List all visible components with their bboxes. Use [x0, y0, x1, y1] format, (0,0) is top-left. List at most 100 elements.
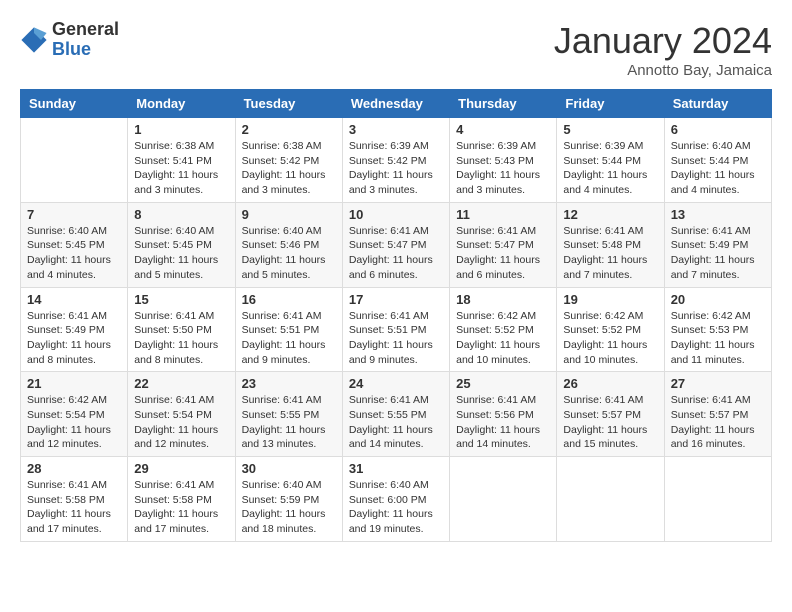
day-info: Sunrise: 6:41 AM Sunset: 5:55 PM Dayligh… — [349, 393, 443, 452]
month-title: January 2024 — [554, 20, 772, 62]
calendar-cell: 7Sunrise: 6:40 AM Sunset: 5:45 PM Daylig… — [21, 202, 128, 287]
day-info: Sunrise: 6:42 AM Sunset: 5:54 PM Dayligh… — [27, 393, 121, 452]
calendar-cell: 20 Sunrise: 6:42 AM Sunset: 5:53 PM Dayli… — [664, 287, 771, 372]
calendar-cell: 23 Sunrise: 6:41 AM Sunset: 5:55 PM Dayli… — [235, 372, 342, 457]
day-info: Sunrise: 6:40 AM Sunset: 5:45 PM Dayligh… — [134, 224, 228, 283]
calendar-header-row: SundayMondayTuesdayWednesdayThursdayFrid… — [21, 90, 772, 118]
day-info: Sunrise: 6:38 AM Sunset: 5:41 PM Dayligh… — [134, 139, 228, 198]
day-info: Sunrise: 6:40 AM Sunset: 5:44 PM Dayligh… — [671, 139, 765, 198]
day-number: 19 — [563, 292, 657, 307]
day-number: 16 — [242, 292, 336, 307]
day-info: Sunrise: 6:40 AM Sunset: 5:45 PM Dayligh… — [27, 224, 121, 283]
day-info: Sunrise: 6:39 AM Sunset: 5:42 PM Dayligh… — [349, 139, 443, 198]
calendar-week-row: 1 Sunrise: 6:38 AM Sunset: 5:41 PM Daylig… — [21, 118, 772, 203]
day-info: Sunrise: 6:42 AM Sunset: 5:52 PM Dayligh… — [563, 309, 657, 368]
day-info: Sunrise: 6:42 AM Sunset: 5:53 PM Dayligh… — [671, 309, 765, 368]
logo-general-text: General — [52, 20, 119, 40]
day-info: Sunrise: 6:39 AM Sunset: 5:44 PM Dayligh… — [563, 139, 657, 198]
day-number: 15 — [134, 292, 228, 307]
day-number: 4 — [456, 122, 550, 137]
subtitle: Annotto Bay, Jamaica — [554, 62, 772, 79]
header-wednesday: Wednesday — [342, 90, 449, 118]
calendar-cell: 26Sunrise: 6:41 AM Sunset: 5:57 PM Dayli… — [557, 372, 664, 457]
day-info: Sunrise: 6:38 AM Sunset: 5:42 PM Dayligh… — [242, 139, 336, 198]
calendar-cell: 28 Sunrise: 6:41 AM Sunset: 5:58 PM Dayli… — [21, 457, 128, 542]
day-number: 18 — [456, 292, 550, 307]
calendar-cell: 11Sunrise: 6:41 AM Sunset: 5:47 PM Dayli… — [450, 202, 557, 287]
day-info: Sunrise: 6:42 AM Sunset: 5:52 PM Dayligh… — [456, 309, 550, 368]
calendar-cell: 9Sunrise: 6:40 AM Sunset: 5:46 PM Daylig… — [235, 202, 342, 287]
day-info: Sunrise: 6:41 AM Sunset: 5:51 PM Dayligh… — [349, 309, 443, 368]
calendar-week-row: 28 Sunrise: 6:41 AM Sunset: 5:58 PM Dayli… — [21, 457, 772, 542]
header-monday: Monday — [128, 90, 235, 118]
calendar-cell: 3 Sunrise: 6:39 AM Sunset: 5:42 PM Daylig… — [342, 118, 449, 203]
day-number: 2 — [242, 122, 336, 137]
calendar-cell: 19 Sunrise: 6:42 AM Sunset: 5:52 PM Dayli… — [557, 287, 664, 372]
calendar-cell: 29 Sunrise: 6:41 AM Sunset: 5:58 PM Dayli… — [128, 457, 235, 542]
day-number: 23 — [242, 376, 336, 391]
day-number: 20 — [671, 292, 765, 307]
header-friday: Friday — [557, 90, 664, 118]
day-number: 10 — [349, 207, 443, 222]
calendar-cell: 4 Sunrise: 6:39 AM Sunset: 5:43 PM Daylig… — [450, 118, 557, 203]
logo: General Blue — [20, 20, 119, 60]
day-number: 3 — [349, 122, 443, 137]
day-number: 5 — [563, 122, 657, 137]
calendar-cell: 1 Sunrise: 6:38 AM Sunset: 5:41 PM Daylig… — [128, 118, 235, 203]
calendar-cell: 14Sunrise: 6:41 AM Sunset: 5:49 PM Dayli… — [21, 287, 128, 372]
day-info: Sunrise: 6:41 AM Sunset: 5:51 PM Dayligh… — [242, 309, 336, 368]
title-block: January 2024 Annotto Bay, Jamaica — [554, 20, 772, 79]
calendar-cell — [664, 457, 771, 542]
calendar-cell: 5 Sunrise: 6:39 AM Sunset: 5:44 PM Daylig… — [557, 118, 664, 203]
header-tuesday: Tuesday — [235, 90, 342, 118]
day-info: Sunrise: 6:39 AM Sunset: 5:43 PM Dayligh… — [456, 139, 550, 198]
day-info: Sunrise: 6:41 AM Sunset: 5:47 PM Dayligh… — [456, 224, 550, 283]
day-number: 28 — [27, 461, 121, 476]
day-info: Sunrise: 6:41 AM Sunset: 5:58 PM Dayligh… — [134, 478, 228, 537]
day-number: 21 — [27, 376, 121, 391]
day-info: Sunrise: 6:41 AM Sunset: 5:55 PM Dayligh… — [242, 393, 336, 452]
calendar-cell: 17Sunrise: 6:41 AM Sunset: 5:51 PM Dayli… — [342, 287, 449, 372]
calendar-cell: 24 Sunrise: 6:41 AM Sunset: 5:55 PM Dayli… — [342, 372, 449, 457]
day-info: Sunrise: 6:41 AM Sunset: 5:54 PM Dayligh… — [134, 393, 228, 452]
day-number: 9 — [242, 207, 336, 222]
day-number: 8 — [134, 207, 228, 222]
day-number: 13 — [671, 207, 765, 222]
header-thursday: Thursday — [450, 90, 557, 118]
calendar-cell: 16 Sunrise: 6:41 AM Sunset: 5:51 PM Dayli… — [235, 287, 342, 372]
header-saturday: Saturday — [664, 90, 771, 118]
calendar-cell — [557, 457, 664, 542]
calendar-cell: 31 Sunrise: 6:40 AM Sunset: 6:00 PM Dayli… — [342, 457, 449, 542]
day-number: 14 — [27, 292, 121, 307]
day-info: Sunrise: 6:40 AM Sunset: 5:59 PM Dayligh… — [242, 478, 336, 537]
day-number: 22 — [134, 376, 228, 391]
day-number: 26 — [563, 376, 657, 391]
day-number: 1 — [134, 122, 228, 137]
day-info: Sunrise: 6:41 AM Sunset: 5:48 PM Dayligh… — [563, 224, 657, 283]
day-info: Sunrise: 6:40 AM Sunset: 6:00 PM Dayligh… — [349, 478, 443, 537]
calendar-cell: 8 Sunrise: 6:40 AM Sunset: 5:45 PM Daylig… — [128, 202, 235, 287]
calendar-cell — [21, 118, 128, 203]
calendar-cell — [450, 457, 557, 542]
calendar-cell: 25Sunrise: 6:41 AM Sunset: 5:56 PM Dayli… — [450, 372, 557, 457]
day-info: Sunrise: 6:41 AM Sunset: 5:58 PM Dayligh… — [27, 478, 121, 537]
day-number: 24 — [349, 376, 443, 391]
calendar-cell: 21 Sunrise: 6:42 AM Sunset: 5:54 PM Dayli… — [21, 372, 128, 457]
calendar-cell: 12 Sunrise: 6:41 AM Sunset: 5:48 PM Dayli… — [557, 202, 664, 287]
calendar-cell: 13Sunrise: 6:41 AM Sunset: 5:49 PM Dayli… — [664, 202, 771, 287]
day-number: 29 — [134, 461, 228, 476]
calendar-cell: 22 Sunrise: 6:41 AM Sunset: 5:54 PM Dayli… — [128, 372, 235, 457]
day-info: Sunrise: 6:41 AM Sunset: 5:50 PM Dayligh… — [134, 309, 228, 368]
logo-icon — [20, 26, 48, 54]
day-number: 30 — [242, 461, 336, 476]
day-number: 6 — [671, 122, 765, 137]
calendar-cell: 27Sunrise: 6:41 AM Sunset: 5:57 PM Dayli… — [664, 372, 771, 457]
day-number: 31 — [349, 461, 443, 476]
day-number: 12 — [563, 207, 657, 222]
calendar-cell: 2 Sunrise: 6:38 AM Sunset: 5:42 PM Daylig… — [235, 118, 342, 203]
page-header: General Blue January 2024 Annotto Bay, J… — [20, 20, 772, 79]
header-sunday: Sunday — [21, 90, 128, 118]
logo-blue-text: Blue — [52, 40, 119, 60]
calendar-cell: 18 Sunrise: 6:42 AM Sunset: 5:52 PM Dayli… — [450, 287, 557, 372]
day-info: Sunrise: 6:41 AM Sunset: 5:57 PM Dayligh… — [671, 393, 765, 452]
